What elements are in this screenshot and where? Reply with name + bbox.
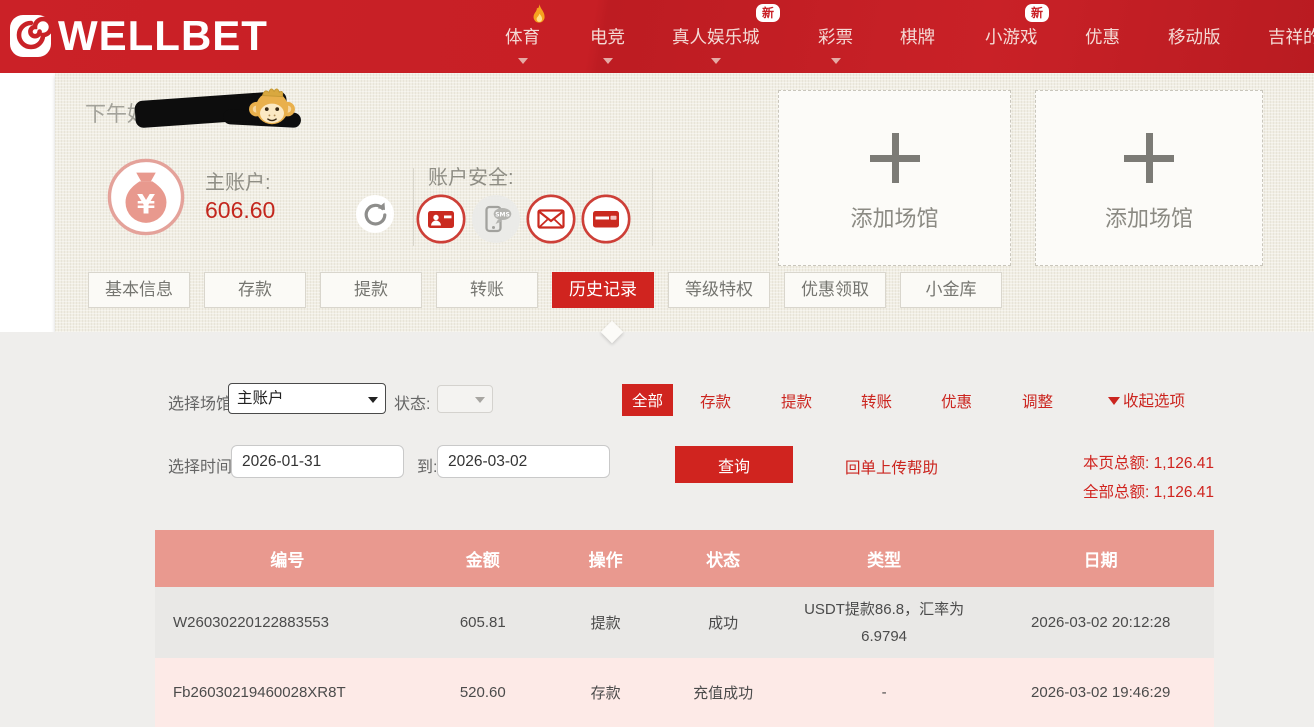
cell-amount: 520.60 xyxy=(420,658,546,727)
col-header-status: 状态 xyxy=(665,530,780,587)
cell-amount: 605.81 xyxy=(420,587,546,658)
venue-select[interactable]: 主账户 xyxy=(228,383,386,414)
cell-status: 充值成功 xyxy=(665,658,780,727)
cell-date: 2026-03-02 19:46:29 xyxy=(987,658,1214,727)
triangle-down-icon xyxy=(1108,397,1120,405)
account-security-label: 账户安全: xyxy=(428,161,514,190)
divider xyxy=(413,168,414,246)
table-header-row: 编号 金额 操作 状态 类型 日期 xyxy=(155,530,1214,587)
tab-transfer[interactable]: 转账 xyxy=(436,272,538,308)
money-bag-icon: ¥ xyxy=(107,158,185,236)
type-filter-deposit[interactable]: 存款 xyxy=(700,390,731,412)
cell-date: 2026-03-02 20:12:28 xyxy=(987,587,1214,658)
history-content: 选择场馆: 主账户 状态: 全部 存款 提款 转账 优惠 调整 收起选项 选择时… xyxy=(0,332,1314,727)
cell-operation: 提款 xyxy=(546,587,666,658)
divider xyxy=(652,168,653,246)
cell-status: 成功 xyxy=(665,587,780,658)
time-label: 选择时间: xyxy=(168,453,236,477)
nav-item-live-casino[interactable]: 真人娱乐城 新 xyxy=(672,24,760,54)
nav-item-mobile[interactable]: 移动版 xyxy=(1168,24,1221,54)
date-from-input[interactable] xyxy=(231,445,404,478)
nav-item-jixiang[interactable]: 吉祥的 xyxy=(1268,24,1314,54)
nav-item-board-games[interactable]: 棋牌 xyxy=(900,24,935,54)
table-row: Fb26030219460028XR8T 520.60 存款 充值成功 - 20… xyxy=(155,658,1214,727)
to-label: 到: xyxy=(417,453,437,477)
transactions-table: 编号 金额 操作 状态 类型 日期 W26030220122883553 605… xyxy=(155,530,1214,727)
tab-promo-claim[interactable]: 优惠领取 xyxy=(784,272,886,308)
monkey-avatar xyxy=(248,83,296,129)
logo-text: WELLBET xyxy=(58,10,268,62)
caret-down-icon xyxy=(518,58,528,64)
col-header-amount: 金额 xyxy=(420,530,546,587)
mail-icon[interactable] xyxy=(526,194,576,244)
main-account-label: 主账户: xyxy=(205,166,271,195)
main-account-balance: 606.60 xyxy=(205,197,275,224)
collapse-options-link[interactable]: 收起选项 xyxy=(1108,389,1185,411)
add-venue-label: 添加场馆 xyxy=(1036,201,1262,233)
nav-item-lottery[interactable]: 彩票 xyxy=(818,24,853,54)
type-filter-promo[interactable]: 优惠 xyxy=(941,390,972,412)
type-filter-adjust[interactable]: 调整 xyxy=(1022,390,1053,412)
cell-id: W26030220122883553 xyxy=(155,587,420,658)
logo-swirl-icon xyxy=(8,10,56,62)
refresh-icon[interactable] xyxy=(355,194,395,234)
type-filter-all[interactable]: 全部 xyxy=(622,384,673,416)
all-total: 全部总额: 1,126.41 xyxy=(1083,478,1214,507)
nav-item-sports[interactable]: 体育 xyxy=(505,24,540,54)
wellbet-logo[interactable]: WELLBET xyxy=(8,10,268,62)
venue-label: 选择场馆: xyxy=(168,390,236,414)
bank-card-icon[interactable] xyxy=(581,194,631,244)
caret-down-icon xyxy=(831,58,841,64)
tab-vip-privileges[interactable]: 等级特权 xyxy=(668,272,770,308)
add-venue-label: 添加场馆 xyxy=(779,201,1010,233)
id-card-icon[interactable] xyxy=(416,194,466,244)
page-total: 本页总额: 1,126.41 xyxy=(1083,449,1214,478)
flame-icon xyxy=(531,3,548,26)
totals-summary: 本页总额: 1,126.41 全部总额: 1,126.41 xyxy=(1083,449,1214,507)
sms-icon[interactable]: SMS xyxy=(471,194,521,244)
add-venue-button[interactable]: 添加场馆 xyxy=(778,90,1011,266)
plus-icon xyxy=(1124,133,1174,183)
col-header-id: 编号 xyxy=(155,530,420,587)
svg-text:SMS: SMS xyxy=(495,211,510,218)
status-select[interactable] xyxy=(437,385,493,413)
tab-history[interactable]: 历史记录 xyxy=(552,272,654,308)
col-header-type: 类型 xyxy=(781,530,988,587)
col-header-operation: 操作 xyxy=(546,530,666,587)
add-venue-button[interactable]: 添加场馆 xyxy=(1035,90,1263,266)
account-panel: 下午好, ¥ 主账户: 606.60 账户安全: xyxy=(55,73,1314,332)
cell-id: Fb26030219460028XR8T xyxy=(155,658,420,727)
tab-deposit[interactable]: 存款 xyxy=(204,272,306,308)
new-badge: 新 xyxy=(756,4,780,22)
plus-icon xyxy=(870,133,920,183)
receipt-upload-help-link[interactable]: 回单上传帮助 xyxy=(845,456,938,478)
svg-text:¥: ¥ xyxy=(137,191,155,221)
search-button[interactable]: 查询 xyxy=(675,446,793,483)
date-to-input[interactable] xyxy=(437,445,610,478)
nav-item-promotions[interactable]: 优惠 xyxy=(1085,24,1120,54)
nav-item-esports[interactable]: 电竞 xyxy=(590,24,625,54)
page: WELLBET 体育 电竞 真人娱乐城 新 彩票 棋牌 小游戏 xyxy=(0,0,1314,727)
tab-withdraw[interactable]: 提款 xyxy=(320,272,422,308)
caret-down-icon xyxy=(603,58,613,64)
caret-down-icon xyxy=(711,58,721,64)
status-label: 状态: xyxy=(394,390,430,414)
new-badge: 新 xyxy=(1025,4,1049,22)
tab-vault[interactable]: 小金库 xyxy=(900,272,1002,308)
col-header-date: 日期 xyxy=(987,530,1214,587)
cell-operation: 存款 xyxy=(546,658,666,727)
type-filter-withdraw[interactable]: 提款 xyxy=(781,390,812,412)
nav-item-mini-games[interactable]: 小游戏 新 xyxy=(985,24,1038,54)
type-filter-transfer[interactable]: 转账 xyxy=(861,390,892,412)
cell-type: USDT提款86.8，汇率为6.9794 xyxy=(781,587,988,658)
cell-type: - xyxy=(781,658,988,727)
tab-basic-info[interactable]: 基本信息 xyxy=(88,272,190,308)
table-row: W26030220122883553 605.81 提款 成功 USDT提款86… xyxy=(155,587,1214,658)
top-navbar: WELLBET 体育 电竞 真人娱乐城 新 彩票 棋牌 小游戏 xyxy=(0,0,1314,73)
